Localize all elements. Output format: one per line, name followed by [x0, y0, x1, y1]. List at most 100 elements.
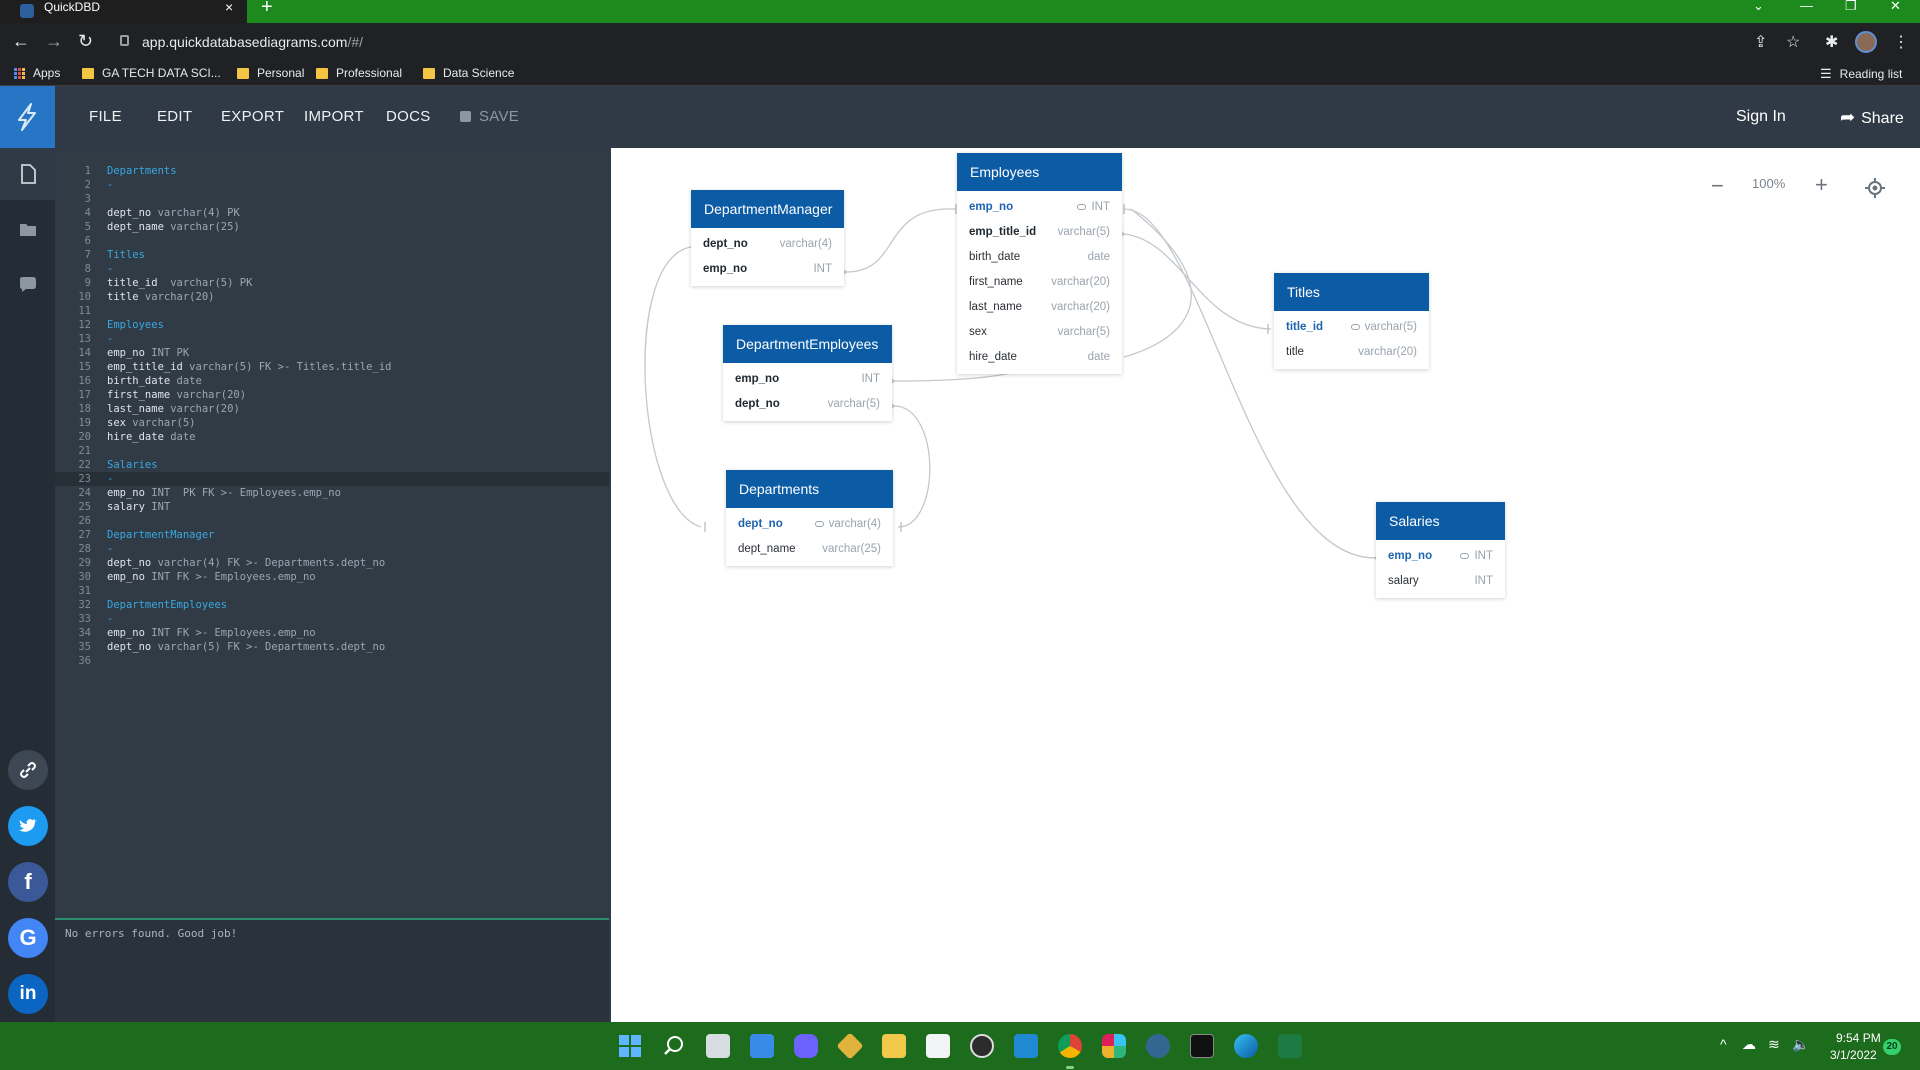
browser-tab[interactable]: QuickDBD × — [0, 0, 247, 23]
dell-icon[interactable] — [970, 1034, 994, 1058]
code-line[interactable]: 15 emp_title_id varchar(5) FK >- Titles.t… — [55, 360, 609, 374]
table-header[interactable]: DepartmentEmployees — [723, 325, 892, 363]
google-icon[interactable]: G — [8, 918, 48, 958]
code-line[interactable]: 36 — [55, 654, 609, 668]
table-field-row[interactable]: emp_no INT — [691, 257, 844, 282]
menu-file[interactable]: FILE — [89, 86, 122, 148]
chat-bubble-icon[interactable] — [17, 274, 39, 296]
terminal-icon[interactable] — [1190, 1034, 1214, 1058]
diagram-canvas[interactable]: − 100% + Employees emp_no INT emp_title_id v… — [611, 148, 1920, 1022]
code-line[interactable]: 10 title varchar(20) — [55, 290, 609, 304]
code-line[interactable]: 20 hire_date date — [55, 430, 609, 444]
code-line[interactable]: 27 DepartmentManager — [55, 528, 609, 542]
code-line[interactable]: 16 birth_date date — [55, 374, 609, 388]
link-icon[interactable] — [8, 750, 48, 790]
table-field-row[interactable]: hire_date date — [957, 345, 1122, 370]
code-line[interactable]: 25 salary INT — [55, 500, 609, 514]
table-field-row[interactable]: salary INT — [1376, 569, 1505, 594]
code-line[interactable]: 22 Salaries — [55, 458, 609, 472]
excel-icon[interactable] — [1278, 1034, 1302, 1058]
code-editor[interactable]: 1 Departments 2-3 4 dept_no varchar(4) PK 5 de… — [55, 148, 609, 918]
code-line[interactable]: 19 sex varchar(5) — [55, 416, 609, 430]
code-line[interactable]: 6 — [55, 234, 609, 248]
table-employees[interactable]: Employees emp_no INT emp_title_id varchar(5)… — [957, 153, 1122, 374]
code-line[interactable]: 32 DepartmentEmployees — [55, 598, 609, 612]
back-icon[interactable]: ← — [12, 31, 30, 51]
reading-list-button[interactable]: ☰ Reading list — [1820, 66, 1902, 82]
code-line[interactable]: 21 — [55, 444, 609, 458]
table-header[interactable]: Employees — [957, 153, 1122, 191]
menu-docs[interactable]: DOCS — [386, 86, 431, 148]
widgets-icon[interactable] — [750, 1034, 774, 1058]
code-line[interactable]: 13 - — [55, 332, 609, 346]
code-line[interactable]: 17 first_name varchar(20) — [55, 388, 609, 402]
code-line[interactable]: 35 dept_no varchar(5) FK >- Departments.d… — [55, 640, 609, 654]
restore-icon[interactable]: ❐ — [1845, 0, 1857, 14]
table-header[interactable]: DepartmentManager — [691, 190, 844, 228]
code-line[interactable]: 8- — [55, 262, 609, 276]
bookmark-ga-tech[interactable]: GA TECH DATA SCI... — [82, 66, 221, 80]
table-departments[interactable]: Departments dept_no varchar(4) dept_name var… — [726, 470, 893, 566]
table-field-row[interactable]: birth_date date — [957, 245, 1122, 270]
file-explorer-icon[interactable] — [882, 1034, 906, 1058]
code-line[interactable]: 3 — [55, 192, 609, 206]
code-line[interactable]: 5 dept_name varchar(25) — [55, 220, 609, 234]
clock-date[interactable]: 3/1/2022 — [1830, 1048, 1877, 1062]
bookmark-data-science[interactable]: Data Science — [423, 66, 514, 80]
code-line[interactable]: 18 last_name varchar(20) — [55, 402, 609, 416]
folder-open-icon[interactable] — [17, 218, 39, 240]
facebook-icon[interactable]: f — [8, 862, 48, 902]
forward-icon[interactable]: → — [45, 31, 63, 51]
recenter-icon[interactable] — [1864, 177, 1886, 199]
bookmark-apps[interactable]: Apps — [14, 66, 60, 80]
code-line[interactable]: 31 — [55, 584, 609, 598]
menu-edit[interactable]: EDIT — [157, 86, 192, 148]
notification-badge[interactable]: 20 — [1883, 1039, 1901, 1055]
code-line[interactable]: 26 — [55, 514, 609, 528]
edge-icon[interactable] — [1234, 1034, 1258, 1058]
slack-icon[interactable] — [1102, 1034, 1126, 1058]
reload-icon[interactable]: ↻ — [78, 31, 93, 51]
teams-chat-icon[interactable] — [794, 1034, 818, 1058]
profile-avatar[interactable] — [1855, 31, 1877, 53]
clock-time[interactable]: 9:54 PM — [1836, 1031, 1881, 1045]
sourcetree-icon[interactable] — [836, 1032, 864, 1060]
code-line[interactable]: 34 emp_no INT FK >- Employees.emp_no — [55, 626, 609, 640]
table-field-row[interactable]: dept_name varchar(25) — [726, 537, 893, 562]
bookmark-star-icon[interactable]: ☆ — [1786, 32, 1800, 52]
extensions-icon[interactable]: ✱ — [1825, 32, 1838, 52]
zoom-in-icon[interactable]: + — [1815, 174, 1828, 196]
quickdbd-logo[interactable] — [0, 86, 55, 148]
table-field-row[interactable]: title_id varchar(5) — [1274, 315, 1429, 340]
postgresql-icon[interactable] — [1146, 1034, 1170, 1058]
onedrive-cloud-icon[interactable]: ☁ — [1742, 1036, 1756, 1053]
table-department-manager[interactable]: DepartmentManager dept_no varchar(4) emp_no… — [691, 190, 844, 286]
table-field-row[interactable]: dept_no varchar(4) — [726, 512, 893, 537]
volume-icon[interactable]: 🔈 — [1792, 1036, 1809, 1053]
microsoft-store-icon[interactable] — [926, 1034, 950, 1058]
table-field-row[interactable]: last_name varchar(20) — [957, 295, 1122, 320]
table-header[interactable]: Titles — [1274, 273, 1429, 311]
document-icon[interactable] — [17, 163, 39, 185]
share-page-icon[interactable]: ⇪ — [1754, 32, 1767, 52]
chrome-icon[interactable] — [1058, 1034, 1082, 1058]
code-line[interactable]: 29 dept_no varchar(4) FK >- Departments.d… — [55, 556, 609, 570]
code-line[interactable]: 2- — [55, 178, 609, 192]
code-line[interactable]: 14 emp_no INT PK — [55, 346, 609, 360]
table-field-row[interactable]: dept_no varchar(5) — [723, 392, 892, 417]
table-department-employees[interactable]: DepartmentEmployees emp_no INT dept_no varch… — [723, 325, 892, 421]
table-salaries[interactable]: Salaries emp_no INT salary INT — [1376, 502, 1505, 598]
code-line[interactable]: 23 - — [55, 472, 609, 486]
code-line[interactable]: 9 title_id varchar(5) PK — [55, 276, 609, 290]
menu-export[interactable]: EXPORT — [221, 86, 284, 148]
new-tab-button[interactable]: + — [261, 0, 273, 17]
code-line[interactable]: 4 dept_no varchar(4) PK — [55, 206, 609, 220]
tab-search-icon[interactable]: ⌄ — [1753, 0, 1764, 14]
table-field-row[interactable]: emp_no INT — [1376, 544, 1505, 569]
task-view-icon[interactable] — [706, 1034, 730, 1058]
bookmark-professional[interactable]: Professional — [316, 66, 402, 80]
code-line[interactable]: 33 - — [55, 612, 609, 626]
table-field-row[interactable]: emp_title_id varchar(5) — [957, 220, 1122, 245]
zoom-out-icon[interactable]: − — [1711, 175, 1724, 197]
code-line[interactable]: 24 emp_no INT PK FK >- Employees.emp_no — [55, 486, 609, 500]
